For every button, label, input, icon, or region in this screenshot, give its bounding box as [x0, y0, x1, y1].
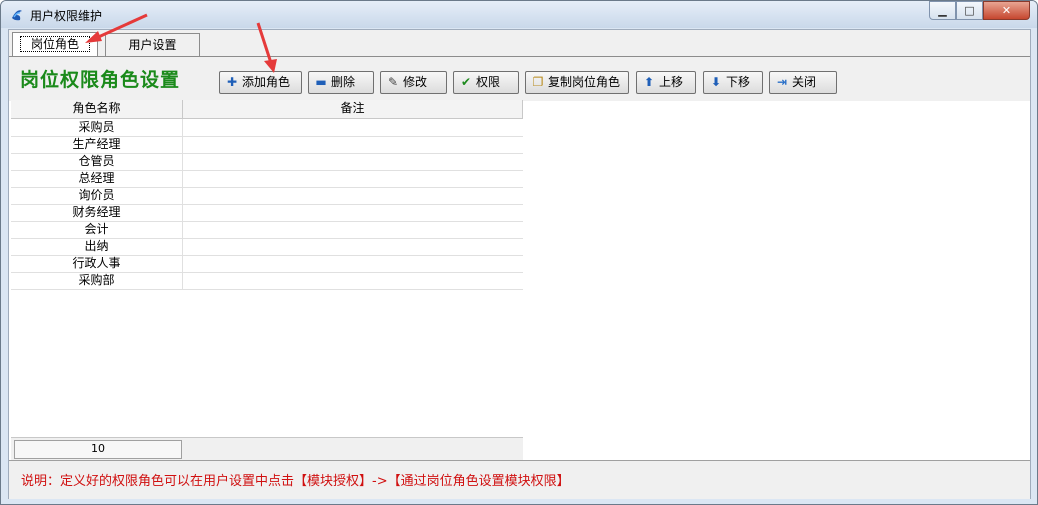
table-row[interactable]: 询价员	[11, 187, 523, 205]
app-logo-icon	[12, 10, 22, 21]
close-window-button[interactable]: ✕	[983, 1, 1030, 20]
page-title: 岗位权限角色设置	[20, 69, 181, 91]
role-grid: 角色名称 备注 采购员 生产经理 仓管员 总经理 询价员 财务经理 会计 出纳 …	[11, 100, 523, 460]
table-row[interactable]: 总经理	[11, 170, 523, 188]
maximize-icon: □	[964, 4, 975, 17]
grid-footer: 10	[11, 437, 523, 461]
tab-strip: 岗位角色 用户设置	[9, 30, 1030, 56]
add-role-button[interactable]: ✚ 添加角色	[219, 71, 302, 94]
table-row[interactable]: 仓管员	[11, 153, 523, 171]
table-row[interactable]: 会计	[11, 221, 523, 239]
edit-button[interactable]: ✎ 修改	[380, 71, 447, 94]
copy-icon: ❐	[532, 75, 544, 89]
maximize-button[interactable]: □	[956, 1, 983, 20]
help-note: 说明：定义好的权限角色可以在用户设置中点击【模块授权】->【通过岗位角色设置模块…	[21, 474, 570, 489]
grid-header: 角色名称 备注	[11, 100, 523, 119]
column-header-remark[interactable]: 备注	[183, 100, 523, 118]
permissions-button[interactable]: ✔ 权限	[453, 71, 519, 94]
note-bar: 说明：定义好的权限角色可以在用户设置中点击【模块授权】->【通过岗位角色设置模块…	[9, 460, 1030, 499]
delete-button[interactable]: ▬ 删除	[308, 71, 374, 94]
tab-user-settings[interactable]: 用户设置	[105, 33, 200, 56]
minimize-icon: ▁	[938, 4, 947, 17]
window-title: 用户权限维护	[30, 9, 103, 23]
table-row[interactable]: 行政人事	[11, 255, 523, 273]
app-window: 用户权限维护 ▁ □ ✕ 岗位角色 用户设置 岗位权限角色设置 ✚ 添加角色 ▬ 删…	[0, 0, 1038, 505]
arrow-up-icon: ⬆	[643, 75, 655, 89]
minus-icon: ▬	[315, 75, 327, 89]
title-bar: 用户权限维护 ▁ □ ✕	[1, 1, 1037, 28]
table-row[interactable]: 出纳	[11, 238, 523, 256]
minimize-button[interactable]: ▁	[929, 1, 956, 20]
move-up-button[interactable]: ⬆ 上移	[636, 71, 696, 94]
exit-icon: ⇥	[776, 75, 788, 89]
move-down-button[interactable]: ⬇ 下移	[703, 71, 763, 94]
tab-label: 用户设置	[128, 38, 177, 52]
edit-icon: ✎	[387, 75, 399, 89]
client-area: 岗位角色 用户设置 岗位权限角色设置 ✚ 添加角色 ▬ 删除 ✎ 修改 ✔ 权限 ❐ 复制…	[8, 29, 1031, 499]
copy-role-button[interactable]: ❐ 复制岗位角色	[525, 71, 629, 94]
tab-label: 岗位角色	[19, 36, 90, 52]
arrow-down-icon: ⬇	[710, 75, 722, 89]
table-row[interactable]: 财务经理	[11, 204, 523, 222]
column-header-role-name[interactable]: 角色名称	[11, 100, 183, 118]
close-button[interactable]: ⇥ 关闭	[769, 71, 837, 94]
toolbar: 岗位权限角色设置 ✚ 添加角色 ▬ 删除 ✎ 修改 ✔ 权限 ❐ 复制岗位角色 ⬆ 上移 ⬇…	[9, 56, 1030, 101]
close-icon: ✕	[1001, 4, 1012, 17]
check-icon: ✔	[460, 75, 472, 89]
plus-icon: ✚	[226, 75, 238, 89]
table-row[interactable]: 采购员	[11, 119, 523, 137]
table-row[interactable]: 采购部	[11, 272, 523, 290]
tab-post-roles[interactable]: 岗位角色	[12, 32, 98, 56]
table-row[interactable]: 生产经理	[11, 136, 523, 154]
record-count: 10	[14, 440, 182, 459]
